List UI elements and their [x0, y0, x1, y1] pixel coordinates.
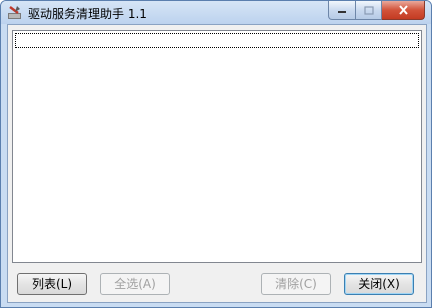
title-bar[interactable]: 驱动服务清理助手 1.1 — [1, 1, 431, 24]
window-title: 驱动服务清理助手 1.1 — [28, 7, 147, 21]
app-window: 驱动服务清理助手 1.1 列表(L) 全选(A) 清除(C) 关闭(X) — [0, 0, 432, 308]
close-icon — [398, 5, 408, 15]
tools-app-icon — [8, 6, 21, 19]
minimize-button[interactable] — [328, 1, 356, 20]
clear-button[interactable]: 清除(C) — [261, 273, 331, 295]
list-button[interactable]: 列表(L) — [17, 273, 87, 295]
window-controls — [328, 1, 425, 20]
client-area: 列表(L) 全选(A) 清除(C) 关闭(X) — [7, 24, 427, 303]
close-window-button[interactable] — [382, 1, 425, 20]
maximize-icon — [363, 5, 374, 15]
focus-row[interactable] — [15, 33, 419, 48]
select-all-button[interactable]: 全选(A) — [100, 273, 170, 295]
close-button[interactable]: 关闭(X) — [344, 273, 414, 295]
minimize-icon — [338, 11, 346, 13]
driver-service-listbox[interactable] — [12, 30, 422, 263]
maximize-button[interactable] — [356, 1, 382, 20]
